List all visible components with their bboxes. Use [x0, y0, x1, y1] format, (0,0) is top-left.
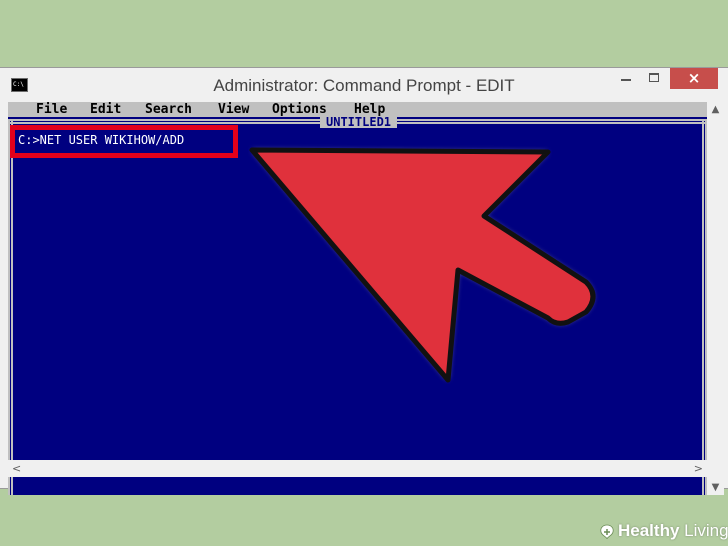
watermark-text: Healthy Living: [618, 521, 728, 541]
watermark-brand-bold: Healthy: [618, 521, 680, 540]
healthy-living-logo-icon: [600, 524, 614, 540]
watermark-brand-light: Living: [679, 521, 728, 540]
pointer-arrow-icon: [249, 147, 596, 383]
